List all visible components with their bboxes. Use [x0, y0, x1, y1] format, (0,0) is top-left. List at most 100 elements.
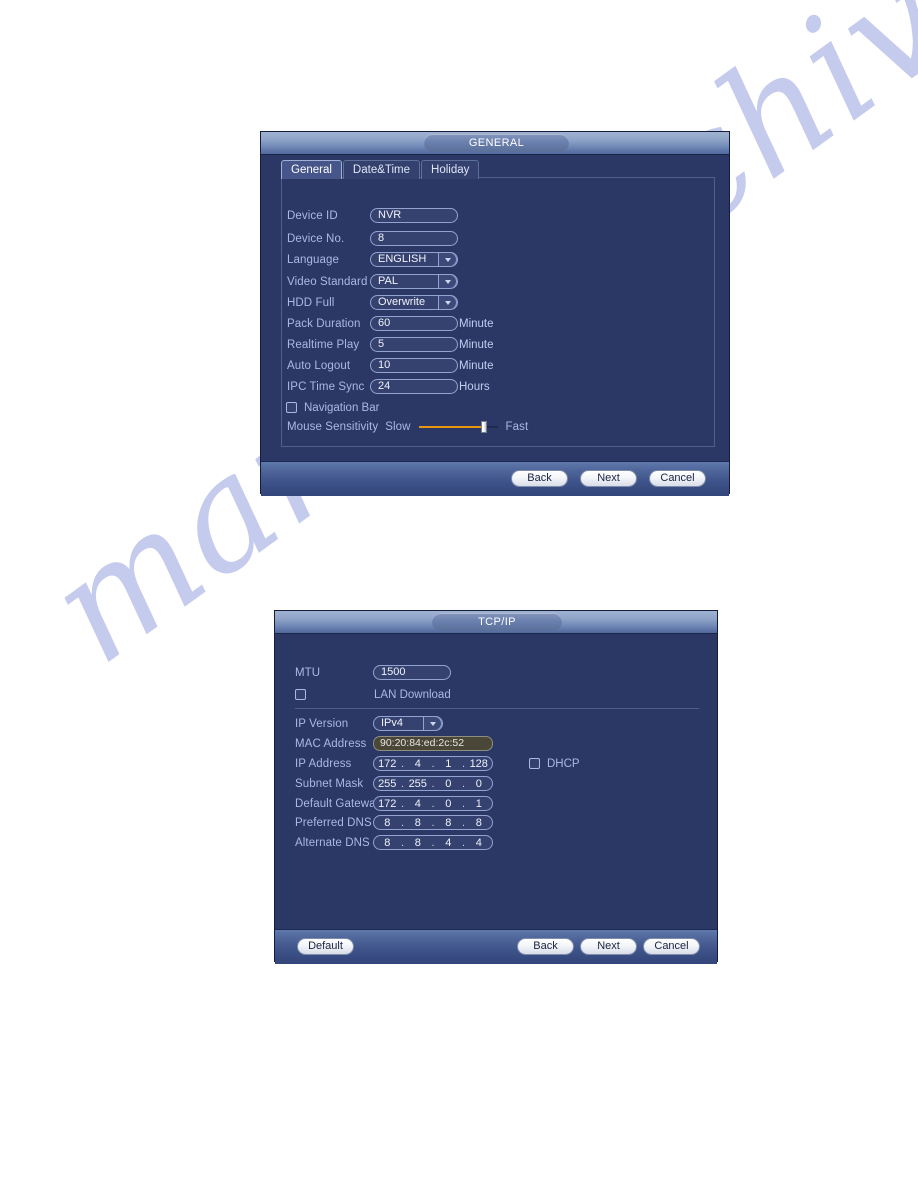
field-row-ipc-time-sync: IPC Time Sync 24 Hours	[287, 378, 490, 395]
field-select-language[interactable]: ENGLISH	[370, 252, 458, 267]
field-select-ip-version[interactable]: IPv4	[373, 716, 443, 731]
section-divider	[295, 708, 699, 709]
alternate-dns-octet-4[interactable]: 4	[466, 837, 493, 849]
gateway-octet-4[interactable]: 1	[466, 798, 493, 810]
field-label-alternate-dns: Alternate DNS	[295, 836, 370, 849]
preferred-dns-octet-1[interactable]: 8	[374, 817, 401, 829]
tcpip-dialog-footer: Default Back Next Cancel	[275, 929, 717, 964]
ip-octet-3[interactable]: 1	[435, 758, 462, 770]
subnet-octet-2[interactable]: 255	[405, 778, 432, 790]
field-label-ip-version: IP Version	[295, 717, 349, 730]
tab-holiday[interactable]: Holiday	[421, 160, 480, 179]
field-input-ip-address[interactable]: 172 . 4 . 1 . 128	[373, 756, 493, 771]
mouse-sensitivity-max-label: Fast	[505, 420, 529, 433]
field-row-realtime-play: Realtime Play 5 Minute	[287, 336, 494, 353]
field-unit-realtime-play: Minute	[459, 338, 494, 351]
field-label-subnet-mask: Subnet Mask	[295, 777, 364, 790]
field-unit-pack-duration: Minute	[459, 317, 494, 330]
field-label-mac-address: MAC Address	[295, 737, 367, 750]
field-input-preferred-dns[interactable]: 8 . 8 . 8 . 8	[373, 815, 493, 830]
field-row-default-gateway: Default Gateway 172 . 4 . 0 . 1	[295, 795, 493, 812]
field-row-auto-logout: Auto Logout 10 Minute	[287, 357, 494, 374]
field-input-default-gateway[interactable]: 172 . 4 . 0 . 1	[373, 796, 493, 811]
ip-octet-1[interactable]: 172	[374, 758, 401, 770]
lan-download-checkbox[interactable]	[295, 689, 306, 700]
field-input-alternate-dns[interactable]: 8 . 8 . 4 . 4	[373, 835, 493, 850]
field-input-subnet-mask[interactable]: 255 . 255 . 0 . 0	[373, 776, 493, 791]
ip-octet-4[interactable]: 128	[466, 758, 493, 770]
field-label-mtu: MTU	[295, 666, 321, 679]
field-label-realtime-play: Realtime Play	[287, 338, 360, 351]
field-label-device-id: Device ID	[287, 209, 338, 222]
field-label-video-standard: Video Standard	[287, 275, 368, 288]
field-input-ipc-time-sync[interactable]: 24	[370, 379, 458, 394]
back-button[interactable]: Back	[517, 938, 574, 955]
field-label-pack-duration: Pack Duration	[287, 317, 361, 330]
general-dialog: GENERAL General Date&Time Holiday Device…	[260, 131, 730, 496]
ip-octet-2[interactable]: 4	[405, 758, 432, 770]
field-row-subnet-mask: Subnet Mask 255 . 255 . 0 . 0	[295, 775, 493, 792]
field-select-video-standard[interactable]: PAL	[370, 274, 458, 289]
field-row-language: Language ENGLISH	[287, 251, 458, 268]
field-input-realtime-play[interactable]: 5	[370, 337, 458, 352]
cancel-button[interactable]: Cancel	[649, 470, 706, 487]
next-button[interactable]: Next	[580, 470, 637, 487]
mouse-sensitivity-slider[interactable]	[418, 420, 498, 434]
field-label-preferred-dns: Preferred DNS	[295, 816, 372, 829]
field-label-auto-logout: Auto Logout	[287, 359, 351, 372]
field-input-mtu[interactable]: 1500	[373, 665, 451, 680]
field-input-device-id[interactable]: NVR	[370, 208, 458, 223]
dhcp-checkbox-row[interactable]: DHCP	[529, 755, 580, 772]
field-value-ip-version: IPv4	[381, 717, 404, 729]
preferred-dns-octet-3[interactable]: 8	[435, 817, 462, 829]
tcpip-dialog-title: TCP/IP	[432, 613, 562, 631]
navigation-bar-checkbox-row[interactable]: Navigation Bar	[286, 399, 379, 416]
field-input-pack-duration[interactable]: 60	[370, 316, 458, 331]
general-dialog-footer: Back Next Cancel	[261, 461, 729, 496]
chevron-down-icon[interactable]	[438, 253, 457, 266]
alternate-dns-octet-2[interactable]: 8	[405, 837, 432, 849]
chevron-down-icon[interactable]	[423, 717, 442, 730]
field-unit-auto-logout: Minute	[459, 359, 494, 372]
gateway-octet-3[interactable]: 0	[435, 798, 462, 810]
field-row-device-no: Device No. 8	[287, 230, 458, 247]
cancel-button[interactable]: Cancel	[643, 938, 700, 955]
chevron-down-icon[interactable]	[438, 275, 457, 288]
gateway-octet-2[interactable]: 4	[405, 798, 432, 810]
preferred-dns-octet-4[interactable]: 8	[466, 817, 493, 829]
field-row-preferred-dns: Preferred DNS 8 . 8 . 8 . 8	[295, 814, 493, 831]
alternate-dns-octet-3[interactable]: 4	[435, 837, 462, 849]
general-tab-bar: General Date&Time Holiday	[281, 160, 480, 179]
field-value-mac-address: 90:20:84:ed:2c:52	[373, 736, 493, 751]
mouse-sensitivity-row: Mouse Sensitivity Slow Fast	[287, 418, 528, 435]
navigation-bar-checkbox[interactable]	[286, 402, 297, 413]
tab-date-time[interactable]: Date&Time	[342, 160, 421, 179]
field-label-default-gateway: Default Gateway	[295, 797, 382, 810]
field-input-device-no[interactable]: 8	[370, 231, 458, 246]
mouse-sensitivity-label: Mouse Sensitivity	[287, 420, 379, 433]
alternate-dns-octet-1[interactable]: 8	[374, 837, 401, 849]
field-value-video-standard: PAL	[378, 275, 398, 287]
back-button[interactable]: Back	[511, 470, 568, 487]
preferred-dns-octet-2[interactable]: 8	[405, 817, 432, 829]
field-select-hdd-full[interactable]: Overwrite	[370, 295, 458, 310]
field-input-auto-logout[interactable]: 10	[370, 358, 458, 373]
field-row-ip-version: IP Version IPv4	[295, 715, 443, 732]
lan-download-label: LAN Download	[374, 688, 451, 701]
gateway-octet-1[interactable]: 172	[374, 798, 401, 810]
default-button[interactable]: Default	[297, 938, 354, 955]
subnet-octet-1[interactable]: 255	[374, 778, 401, 790]
lan-download-checkbox-row[interactable]: LAN Download	[295, 686, 451, 703]
subnet-octet-4[interactable]: 0	[466, 778, 493, 790]
field-label-device-no: Device No.	[287, 232, 345, 245]
field-row-pack-duration: Pack Duration 60 Minute	[287, 315, 494, 332]
field-label-language: Language	[287, 253, 339, 266]
chevron-down-icon[interactable]	[438, 296, 457, 309]
subnet-octet-3[interactable]: 0	[435, 778, 462, 790]
field-label-hdd-full: HDD Full	[287, 296, 335, 309]
mouse-sensitivity-min-label: Slow	[385, 420, 411, 433]
dhcp-checkbox[interactable]	[529, 758, 540, 769]
field-value-hdd-full: Overwrite	[378, 296, 426, 308]
next-button[interactable]: Next	[580, 938, 637, 955]
tab-general[interactable]: General	[281, 160, 342, 179]
